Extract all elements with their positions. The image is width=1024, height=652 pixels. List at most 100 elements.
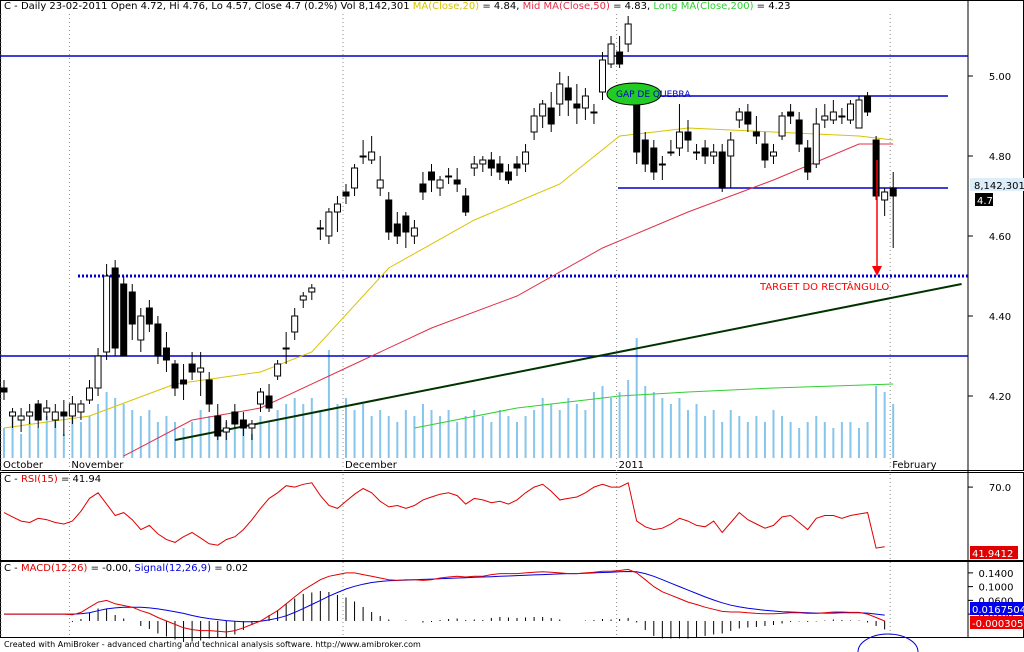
macd-legend-label: MACD(12,26) xyxy=(20,563,88,574)
volume-bar xyxy=(704,416,707,458)
candle-body xyxy=(17,415,25,421)
volume-bar xyxy=(610,398,613,458)
macd-value-label: 0.0167504 xyxy=(972,605,1024,616)
price-tick-label: 4.60 xyxy=(989,232,1011,243)
highlight-circle xyxy=(857,633,919,652)
chart-canvas[interactable]: 4.20 4.40 4.60 4.80 5.00 5.20 GAP DE QUEBRA TAR… xyxy=(0,0,1024,652)
ma20-legend-value: = 4.84, xyxy=(482,1,520,12)
candle-body xyxy=(68,403,76,417)
macd-panel-header: C - MACD(12,26) = -0.00, Signal(12,26,9)… xyxy=(4,563,248,574)
volume-bar xyxy=(456,422,459,458)
candle-body xyxy=(282,347,290,350)
candle-body xyxy=(821,115,829,121)
candle-body xyxy=(684,131,692,141)
candle-body xyxy=(718,151,726,189)
signal-value-label: -0.0003058 xyxy=(972,619,1024,630)
candle-body xyxy=(188,363,196,373)
volume-bar xyxy=(695,404,698,458)
volume-bar xyxy=(687,410,689,458)
ma50-legend-label: Mid MA(Close,50) xyxy=(522,1,610,12)
candle-body xyxy=(428,171,435,181)
volume-bar xyxy=(310,398,313,458)
target-arrow-head xyxy=(872,266,882,276)
volume-bar xyxy=(840,422,843,458)
volume-bar xyxy=(481,416,484,458)
volume-bar xyxy=(584,410,587,458)
candle-body xyxy=(86,387,93,401)
macd-prefix: C - xyxy=(4,563,18,574)
volume-bar xyxy=(558,410,561,458)
volume-bar xyxy=(233,428,236,458)
price-tick-label: 5.20 xyxy=(989,0,1011,3)
candle-body xyxy=(667,151,675,154)
volume-bar xyxy=(678,398,681,458)
volume-bar xyxy=(575,404,578,458)
volume-bar xyxy=(618,392,621,458)
macd-tick-label: 0.1400 xyxy=(979,569,1014,580)
rsi-panel-header: C - RSI(15) = 41.94 xyxy=(4,474,101,485)
candle-body xyxy=(94,355,102,389)
volume-bar xyxy=(823,422,826,458)
candle-body xyxy=(616,51,624,65)
candle-body xyxy=(881,191,889,201)
candle-body xyxy=(145,307,153,325)
candle-body xyxy=(231,411,239,425)
candle-body xyxy=(889,187,897,197)
candle-body xyxy=(564,87,572,101)
price-tick-label: 4.40 xyxy=(989,312,1011,323)
candle-body xyxy=(693,151,701,154)
volume-bar xyxy=(464,416,467,458)
candle-body xyxy=(504,171,512,181)
volume-bar xyxy=(268,422,271,458)
candle-body xyxy=(0,387,8,393)
volume-bar xyxy=(806,422,809,458)
candle-body xyxy=(445,175,453,178)
month-label: November xyxy=(71,460,124,471)
volume-bar xyxy=(883,392,886,458)
volume-bar xyxy=(105,392,108,458)
candle-body xyxy=(513,163,521,169)
volume-bar xyxy=(763,422,766,458)
volume-bar xyxy=(327,350,330,458)
volume-bar xyxy=(473,410,476,458)
candle-body xyxy=(410,227,418,237)
volume-bar xyxy=(652,392,655,458)
close-value-label: 4.7 xyxy=(977,196,993,207)
candle-body xyxy=(812,123,820,165)
volume-bar xyxy=(139,416,142,458)
candle-body xyxy=(573,103,581,109)
volume-bar xyxy=(781,416,784,458)
ma200-legend-label: Long MA(Close,200) xyxy=(653,1,754,12)
volume-bar xyxy=(644,386,647,458)
candle-body xyxy=(393,223,401,237)
volume-bar xyxy=(285,404,288,458)
candle-body xyxy=(137,315,145,341)
candle-body xyxy=(385,199,393,233)
candle-body xyxy=(120,283,128,357)
volume-bar xyxy=(353,410,356,458)
rsi-line xyxy=(3,482,885,549)
volume-bar xyxy=(550,404,553,458)
volume-bar xyxy=(866,422,869,458)
volume-bar xyxy=(421,404,424,458)
candle-body xyxy=(581,95,589,109)
candle-body xyxy=(795,119,803,145)
candle-body xyxy=(43,407,51,413)
signal-line xyxy=(4,570,885,623)
month-label: 2011 xyxy=(619,460,644,471)
volume-bar xyxy=(533,410,536,458)
month-label: October xyxy=(3,460,44,471)
candle-body xyxy=(34,403,42,421)
rsi-prefix: C - xyxy=(4,474,18,485)
volume-bar xyxy=(627,380,630,458)
candle-body xyxy=(111,267,119,349)
candle-body xyxy=(522,151,530,165)
candle-body xyxy=(462,195,470,213)
ma50-legend-value: = 4.83, xyxy=(613,1,651,12)
volume-bar xyxy=(439,416,442,458)
candle-body xyxy=(744,111,752,125)
candle-body xyxy=(770,151,777,157)
candle-body xyxy=(419,183,427,193)
candle-body xyxy=(470,163,478,169)
candle-body xyxy=(701,147,709,157)
